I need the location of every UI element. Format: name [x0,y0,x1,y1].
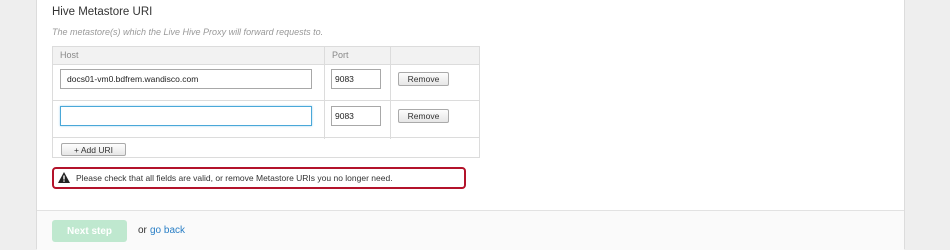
wizard-panel: Hive Metastore URI The metastore(s) whic… [36,0,905,250]
host-input[interactable] [60,106,312,126]
section-title: Hive Metastore URI [52,6,153,18]
table-row: Remove [53,101,479,138]
go-back-link[interactable]: go back [150,225,185,236]
table-row: Remove [53,64,479,101]
host-input[interactable] [60,69,312,89]
or-text: or [138,225,147,236]
table-header-row: Host Port [53,47,479,65]
warning-icon [58,172,70,183]
alert-message: Please check that all fields are valid, … [76,173,393,183]
port-column-header: Port [332,50,349,60]
port-input[interactable] [331,106,381,126]
remove-button[interactable]: Remove [398,72,449,86]
next-step-button[interactable]: Next step [52,220,127,242]
add-uri-button[interactable]: + Add URI [61,143,126,156]
section-description: The metastore(s) which the Live Hive Pro… [52,27,324,37]
validation-alert: Please check that all fields are valid, … [52,167,466,189]
host-column-header: Host [60,50,79,60]
metastore-uri-table: Host Port Remove Remove + Add URI [52,46,480,158]
remove-button[interactable]: Remove [398,109,449,123]
wizard-footer: Next step or go back [37,210,904,250]
port-input[interactable] [331,69,381,89]
